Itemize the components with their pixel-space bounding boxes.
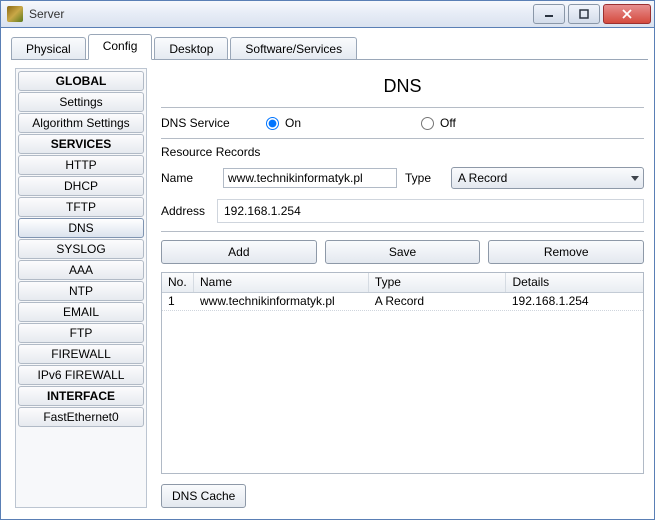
dns-on-label: On [285,116,301,130]
dns-cache-button[interactable]: DNS Cache [161,484,246,508]
col-details[interactable]: Details [506,273,643,292]
col-type[interactable]: Type [369,273,507,292]
table-header: No. Name Type Details [162,273,643,293]
tab-config[interactable]: Config [88,34,153,60]
sidebar-item-email[interactable]: EMAIL [18,302,144,322]
sidebar-item-settings[interactable]: Settings [18,92,144,112]
cell-details: 192.168.1.254 [506,293,643,310]
name-label: Name [161,171,223,185]
dns-off-label: Off [440,116,456,130]
page-title: DNS [161,68,644,108]
cell-name: www.technikinformatyk.pl [194,293,369,310]
sidebar-item-dns[interactable]: DNS [18,218,144,238]
title-bar: Server [0,0,655,28]
name-input[interactable] [223,168,397,188]
resource-records-label: Resource Records [161,139,644,163]
remove-button[interactable]: Remove [488,240,644,264]
dns-service-row: DNS Service On Off [161,108,644,139]
type-select-value: A Record [458,171,507,185]
tab-desktop[interactable]: Desktop [154,37,228,59]
tab-strip: Physical Config Desktop Software/Service… [11,34,648,60]
window-title: Server [29,7,64,21]
sidebar-item-ftp[interactable]: FTP [18,323,144,343]
table-row[interactable]: 1 www.technikinformatyk.pl A Record 192.… [162,293,643,311]
dns-service-off[interactable]: Off [421,116,576,130]
type-select[interactable]: A Record [451,167,644,189]
close-button[interactable] [603,4,651,24]
dns-on-radio[interactable] [266,117,279,130]
maximize-button[interactable] [568,4,600,24]
config-content: GLOBAL Settings Algorithm Settings SERVI… [7,60,648,512]
window-body: Physical Config Desktop Software/Service… [0,28,655,520]
dns-off-radio[interactable] [421,117,434,130]
app-icon [7,6,23,22]
table-body: 1 www.technikinformatyk.pl A Record 192.… [162,293,643,473]
col-no[interactable]: No. [162,273,194,292]
sidebar-item-syslog[interactable]: SYSLOG [18,239,144,259]
sidebar-header-global: GLOBAL [18,71,144,91]
cell-type: A Record [369,293,506,310]
cell-no: 1 [162,293,194,310]
sidebar-item-tftp[interactable]: TFTP [18,197,144,217]
address-input[interactable] [217,199,644,223]
address-label: Address [161,204,217,218]
type-label: Type [397,171,451,185]
sidebar-item-fastethernet0[interactable]: FastEthernet0 [18,407,144,427]
sidebar-item-aaa[interactable]: AAA [18,260,144,280]
name-type-row: Name Type A Record [161,163,644,193]
dns-pane: DNS DNS Service On Off Resource Records … [147,68,644,508]
tab-physical[interactable]: Physical [11,37,86,59]
sidebar-header-interface: INTERFACE [18,386,144,406]
sidebar-item-http[interactable]: HTTP [18,155,144,175]
records-table: No. Name Type Details 1 www.technikinfor… [161,272,644,474]
window-controls [533,4,654,24]
col-name[interactable]: Name [194,273,369,292]
chevron-down-icon [631,176,639,181]
save-button[interactable]: Save [325,240,481,264]
address-row: Address [161,193,644,232]
cache-row: DNS Cache [161,474,644,508]
dns-service-on[interactable]: On [266,116,421,130]
minimize-button[interactable] [533,4,565,24]
tab-software-services[interactable]: Software/Services [230,37,357,59]
button-row: Add Save Remove [161,232,644,272]
sidebar-item-ntp[interactable]: NTP [18,281,144,301]
sidebar-item-algorithm-settings[interactable]: Algorithm Settings [18,113,144,133]
sidebar-item-dhcp[interactable]: DHCP [18,176,144,196]
sidebar-item-firewall[interactable]: FIREWALL [18,344,144,364]
dns-service-label: DNS Service [161,116,266,130]
sidebar-item-ipv6-firewall[interactable]: IPv6 FIREWALL [18,365,144,385]
add-button[interactable]: Add [161,240,317,264]
sidebar[interactable]: GLOBAL Settings Algorithm Settings SERVI… [15,68,147,508]
sidebar-header-services: SERVICES [18,134,144,154]
